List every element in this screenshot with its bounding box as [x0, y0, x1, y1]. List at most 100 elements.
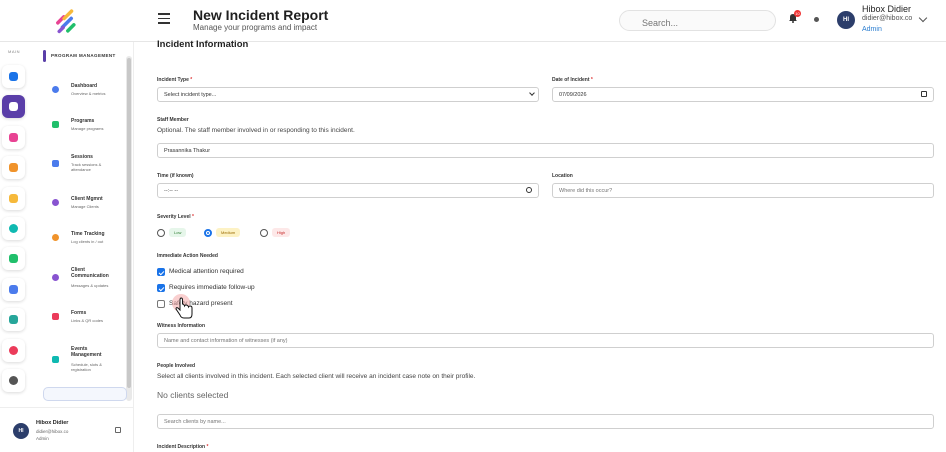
dashboard-icon: [52, 86, 59, 93]
page-subtitle: Manage your programs and impact: [193, 23, 318, 32]
rail-item-document[interactable]: [2, 278, 25, 301]
sidebar-item-label: Sessions: [71, 154, 93, 160]
medical-attention-checkbox[interactable]: [157, 268, 165, 276]
rail-item-pie[interactable]: [2, 339, 25, 362]
sidebar-item-dashboard[interactable]: Dashboard Overview & metrics: [52, 83, 122, 99]
staff-help: Optional. The staff member involved in o…: [157, 127, 355, 134]
sidebar-title: PROGRAM MANAGEMENT: [51, 53, 116, 58]
sidebar-accent: [43, 50, 46, 62]
time-input[interactable]: --:-- --: [157, 183, 539, 198]
follow-up-checkbox[interactable]: [157, 284, 165, 292]
safety-hazard-checkbox[interactable]: [157, 300, 165, 308]
chat-icon: [52, 274, 59, 281]
rail-item-layers[interactable]: [2, 187, 25, 210]
severity-low-radio[interactable]: [157, 229, 165, 237]
avatar[interactable]: HI: [837, 11, 855, 29]
program-sidebar: PROGRAM MANAGEMENT Dashboard Overview & …: [34, 42, 134, 407]
actions-label: Immediate Action Needed: [157, 253, 218, 259]
clock-icon: [52, 234, 59, 241]
location-input[interactable]: [552, 183, 934, 198]
app-logo-icon[interactable]: [52, 6, 82, 36]
sidebar-item-label: Client Communication: [71, 267, 109, 279]
rail-item-settings[interactable]: [2, 369, 25, 392]
severity-high-pill[interactable]: High: [272, 228, 291, 237]
forms-icon: [52, 313, 59, 320]
severity-high-radio[interactable]: [260, 229, 268, 237]
sidebar-item-label: Forms: [71, 310, 87, 316]
hand-cursor-icon: [172, 294, 193, 319]
incident-form: Incident Information Incident Type * Sel…: [143, 39, 946, 452]
sidebar-item-desc: Manage Clients: [71, 204, 99, 209]
network-icon: [9, 254, 18, 263]
rail-item-sparkle[interactable]: [2, 126, 25, 149]
sidebar-scroll-thumb[interactable]: [127, 58, 131, 388]
staff-input[interactable]: Prasannika Thakur: [157, 143, 934, 158]
sidebar-item-desc: Links & QR codes: [71, 318, 104, 323]
sidebar-item-desc: Log clients in / out: [71, 239, 104, 244]
sidebar-item-desc: Messages & updates: [71, 283, 109, 288]
sidebar-item-client-communication[interactable]: Client Communication Messages & updates: [52, 267, 122, 291]
user-name: Hibox Didier: [862, 4, 912, 14]
severity-medium-pill[interactable]: Medium: [216, 228, 241, 237]
menu-toggle-icon[interactable]: [158, 13, 170, 25]
user-role: Admin: [862, 26, 882, 33]
top-header: New Incident Report Manage your programs…: [0, 0, 946, 42]
sidebar-item-label: Programs: [71, 118, 95, 124]
client-search-input[interactable]: [157, 414, 934, 429]
description-label: Incident Description *: [157, 444, 209, 450]
user-email: didier@hibox.co: [36, 429, 69, 434]
user-role: Admin: [36, 436, 49, 441]
people-help: Select all clients involved in this inci…: [157, 373, 476, 380]
incident-type-select[interactable]: Select incident type...: [157, 87, 539, 102]
calendar-icon[interactable]: [921, 91, 927, 97]
sidebar-item-client-mgmnt[interactable]: Client Mgmnt Manage Clients: [52, 196, 122, 212]
sidebar-item-programs[interactable]: Programs Manage programs: [52, 118, 122, 134]
sidebar-item-label: Time Tracking: [71, 231, 105, 237]
rail-item-home[interactable]: [2, 65, 25, 88]
sidebar-item-sessions[interactable]: Sessions Track sessions & attendance: [52, 154, 122, 176]
severity-low-pill[interactable]: Low: [169, 228, 187, 237]
incident-type-label: Incident Type *: [157, 77, 193, 83]
rail-item-programs[interactable]: [2, 95, 25, 118]
sidebar-item-desc: Overview & metrics: [71, 91, 106, 96]
group-icon: [9, 315, 18, 324]
programs-icon: [52, 121, 59, 128]
sidebar-item-desc: Manage programs: [71, 126, 104, 131]
sidebar-item-label: Client Mgmnt: [71, 196, 103, 202]
sidebar-item-label: Dashboard: [71, 83, 98, 89]
witness-input[interactable]: [157, 333, 934, 348]
rail-label: MAIN: [8, 49, 20, 54]
sidebar-item-next[interactable]: [43, 387, 127, 401]
avatar[interactable]: HI: [13, 423, 29, 439]
staff-label: Staff Member: [157, 117, 189, 123]
settings-icon: [9, 376, 18, 385]
severity-medium-radio[interactable]: [204, 229, 212, 237]
notification-badge: 10: [794, 10, 801, 17]
date-input[interactable]: 07/09/2026: [552, 87, 934, 102]
location-label: Location: [552, 173, 573, 179]
rail-item-network[interactable]: [2, 247, 25, 270]
sidebar-item-time-tracking[interactable]: Time Tracking Log clients in / out: [52, 231, 122, 247]
user-email: didier@hibox.co: [862, 15, 913, 22]
home-icon: [9, 72, 18, 81]
circle-icon: [9, 224, 18, 233]
sidebar-item-forms[interactable]: Forms Links & QR codes: [52, 310, 122, 326]
sidebar-item-desc: Track sessions & attendance: [71, 162, 102, 172]
book-icon: [9, 163, 18, 172]
rail-item-group[interactable]: [2, 308, 25, 331]
date-label: Date of Incident *: [552, 77, 593, 83]
theme-toggle-icon[interactable]: [814, 17, 819, 22]
chevron-down-icon[interactable]: [918, 13, 928, 23]
rail-item-circle[interactable]: [2, 217, 25, 240]
programs-icon: [9, 102, 18, 111]
severity-label: Severity Level *: [157, 214, 194, 220]
clock-icon[interactable]: [526, 187, 532, 193]
sidebar-item-events-management[interactable]: Events Management Schedule, slots & regi…: [52, 346, 122, 376]
app-root: New Incident Report Manage your programs…: [0, 0, 946, 452]
calendar-icon: [52, 356, 59, 363]
search-input[interactable]: [619, 10, 776, 31]
rail-item-book[interactable]: [2, 156, 25, 179]
sparkle-icon: [9, 133, 18, 142]
document-icon: [9, 285, 18, 294]
external-link-icon[interactable]: [115, 427, 121, 433]
